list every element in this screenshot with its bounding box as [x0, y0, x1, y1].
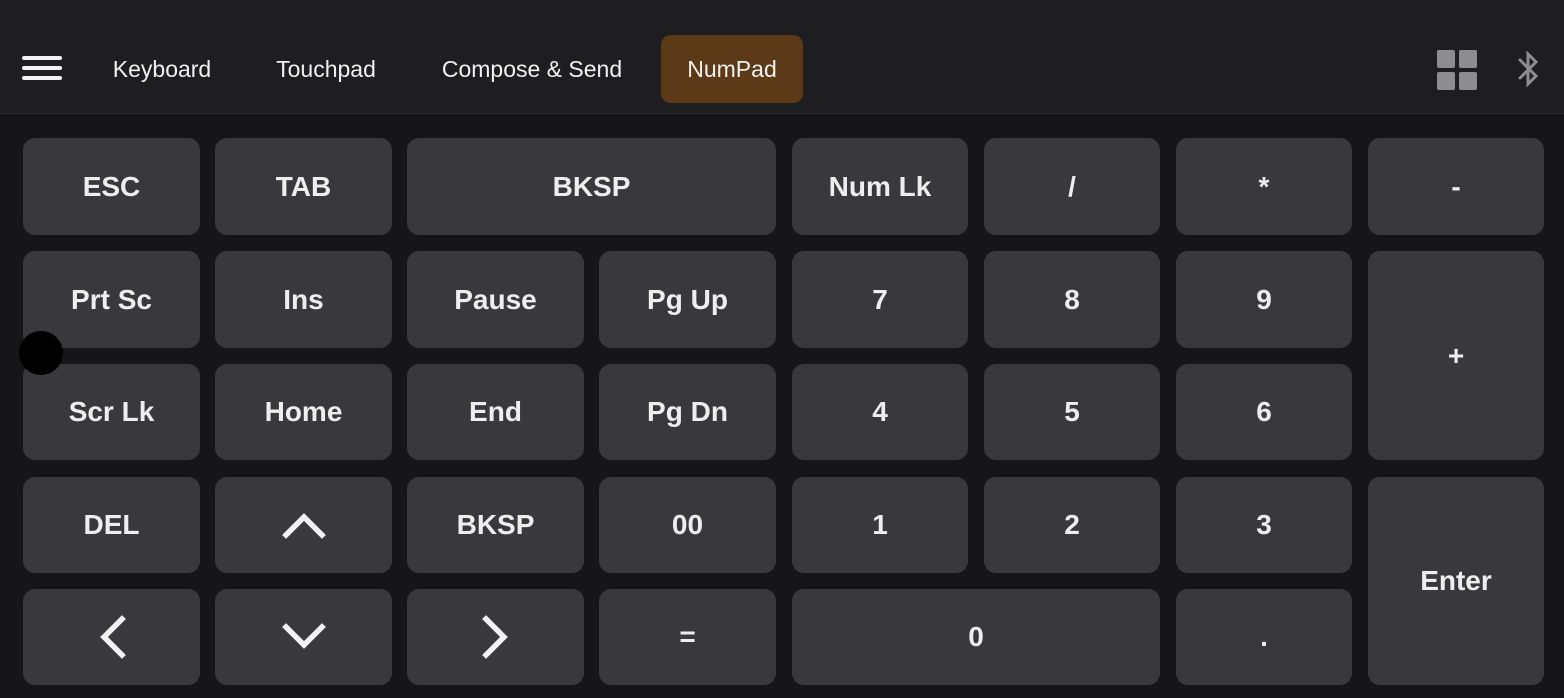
key-plus[interactable]: +	[1368, 251, 1544, 460]
grid-layout-icon[interactable]	[1437, 50, 1477, 90]
key-arrow-left[interactable]	[23, 589, 200, 685]
numpad-app: Keyboard Touchpad Compose & Send NumPad …	[0, 0, 1564, 698]
chevron-right-icon	[481, 615, 508, 659]
tab-keyboard[interactable]: Keyboard	[92, 35, 232, 103]
key-equals[interactable]: =	[599, 589, 776, 685]
key-page-up[interactable]: Pg Up	[599, 251, 776, 348]
key-arrow-down[interactable]	[215, 589, 392, 685]
key-8[interactable]: 8	[984, 251, 1160, 348]
chevron-up-icon	[281, 513, 326, 539]
key-end[interactable]: End	[407, 364, 584, 460]
key-double-zero[interactable]: 00	[599, 477, 776, 573]
tab-compose-send[interactable]: Compose & Send	[420, 35, 644, 103]
key-3[interactable]: 3	[1176, 477, 1352, 573]
chevron-left-icon	[99, 615, 126, 659]
hamburger-menu-icon[interactable]	[18, 48, 64, 88]
key-backspace-wide[interactable]: BKSP	[407, 138, 776, 235]
key-divide[interactable]: /	[984, 138, 1160, 235]
key-arrow-up[interactable]	[215, 477, 392, 573]
tab-touchpad[interactable]: Touchpad	[252, 35, 400, 103]
key-decimal[interactable]: .	[1176, 589, 1352, 685]
tab-numpad[interactable]: NumPad	[661, 35, 803, 103]
key-tab[interactable]: TAB	[215, 138, 392, 235]
key-esc[interactable]: ESC	[23, 138, 200, 235]
bluetooth-icon[interactable]	[1514, 50, 1544, 88]
key-multiply[interactable]: *	[1176, 138, 1352, 235]
key-insert[interactable]: Ins	[215, 251, 392, 348]
key-0[interactable]: 0	[792, 589, 1160, 685]
key-num-lock[interactable]: Num Lk	[792, 138, 968, 235]
key-scroll-lock[interactable]: Scr Lk	[23, 364, 200, 460]
top-bar: Keyboard Touchpad Compose & Send NumPad	[0, 0, 1564, 114]
key-arrow-right[interactable]	[407, 589, 584, 685]
key-page-down[interactable]: Pg Dn	[599, 364, 776, 460]
key-minus[interactable]: -	[1368, 138, 1544, 235]
key-1[interactable]: 1	[792, 477, 968, 573]
key-5[interactable]: 5	[984, 364, 1160, 460]
touch-indicator	[19, 331, 63, 375]
key-backspace[interactable]: BKSP	[407, 477, 584, 573]
key-4[interactable]: 4	[792, 364, 968, 460]
key-home[interactable]: Home	[215, 364, 392, 460]
key-pause[interactable]: Pause	[407, 251, 584, 348]
key-enter[interactable]: Enter	[1368, 477, 1544, 685]
chevron-down-icon	[281, 623, 326, 649]
key-6[interactable]: 6	[1176, 364, 1352, 460]
key-9[interactable]: 9	[1176, 251, 1352, 348]
key-7[interactable]: 7	[792, 251, 968, 348]
key-delete[interactable]: DEL	[23, 477, 200, 573]
key-2[interactable]: 2	[984, 477, 1160, 573]
